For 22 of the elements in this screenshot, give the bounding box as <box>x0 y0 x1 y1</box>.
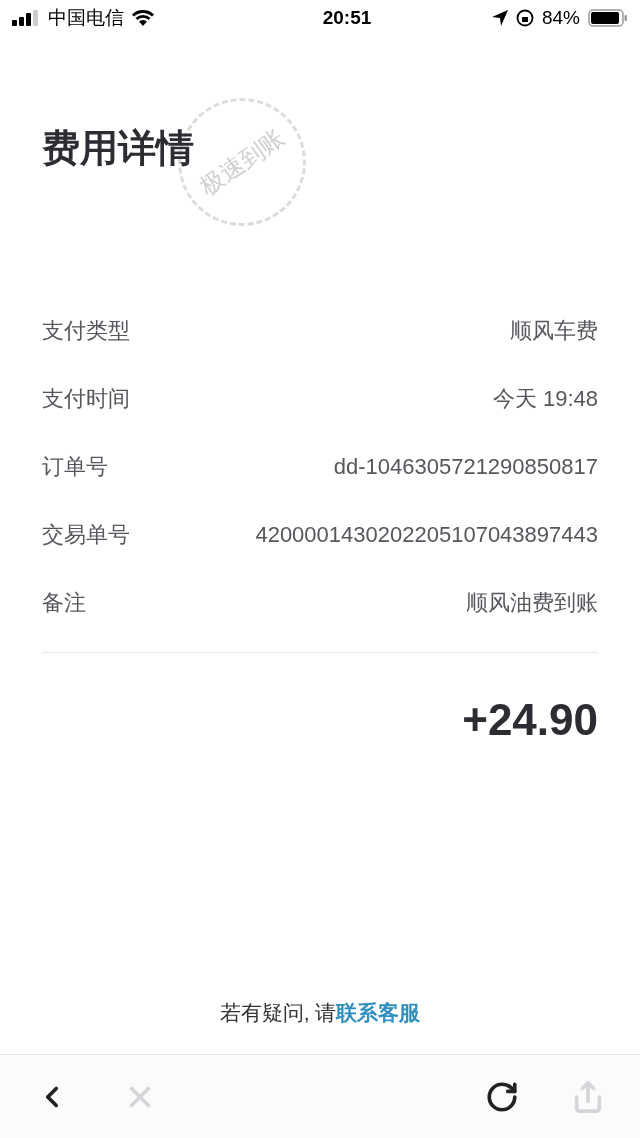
carrier-name: 中国电信 <box>48 5 124 30</box>
refresh-icon <box>485 1079 519 1114</box>
battery-icon <box>588 9 628 27</box>
help-text: 若有疑问, 请联系客服 <box>219 999 421 1026</box>
signal-icon <box>12 10 40 26</box>
wifi-icon <box>132 10 154 26</box>
detail-label: 支付时间 <box>42 384 130 413</box>
battery-percent: 84% <box>541 5 580 30</box>
detail-value: 顺风油费到账 <box>466 588 598 617</box>
clock-time: 20:51 <box>322 5 372 30</box>
detail-label: 订单号 <box>42 452 108 481</box>
detail-label: 备注 <box>42 588 86 617</box>
contact-support-link[interactable]: 联系客服 <box>336 1000 421 1024</box>
detail-label: 支付类型 <box>42 316 130 345</box>
rotation-lock-icon <box>515 9 534 27</box>
amount: +24.90 <box>462 694 598 746</box>
location-icon <box>491 10 508 26</box>
detail-label: 交易单号 <box>42 520 130 549</box>
detail-value: dd-1046305721290850817 <box>333 452 598 481</box>
detail-value: 顺风车费 <box>510 316 598 345</box>
detail-value: 今天 19:48 <box>492 384 598 413</box>
detail-value: 4200001430202205107043897443 <box>255 520 598 549</box>
